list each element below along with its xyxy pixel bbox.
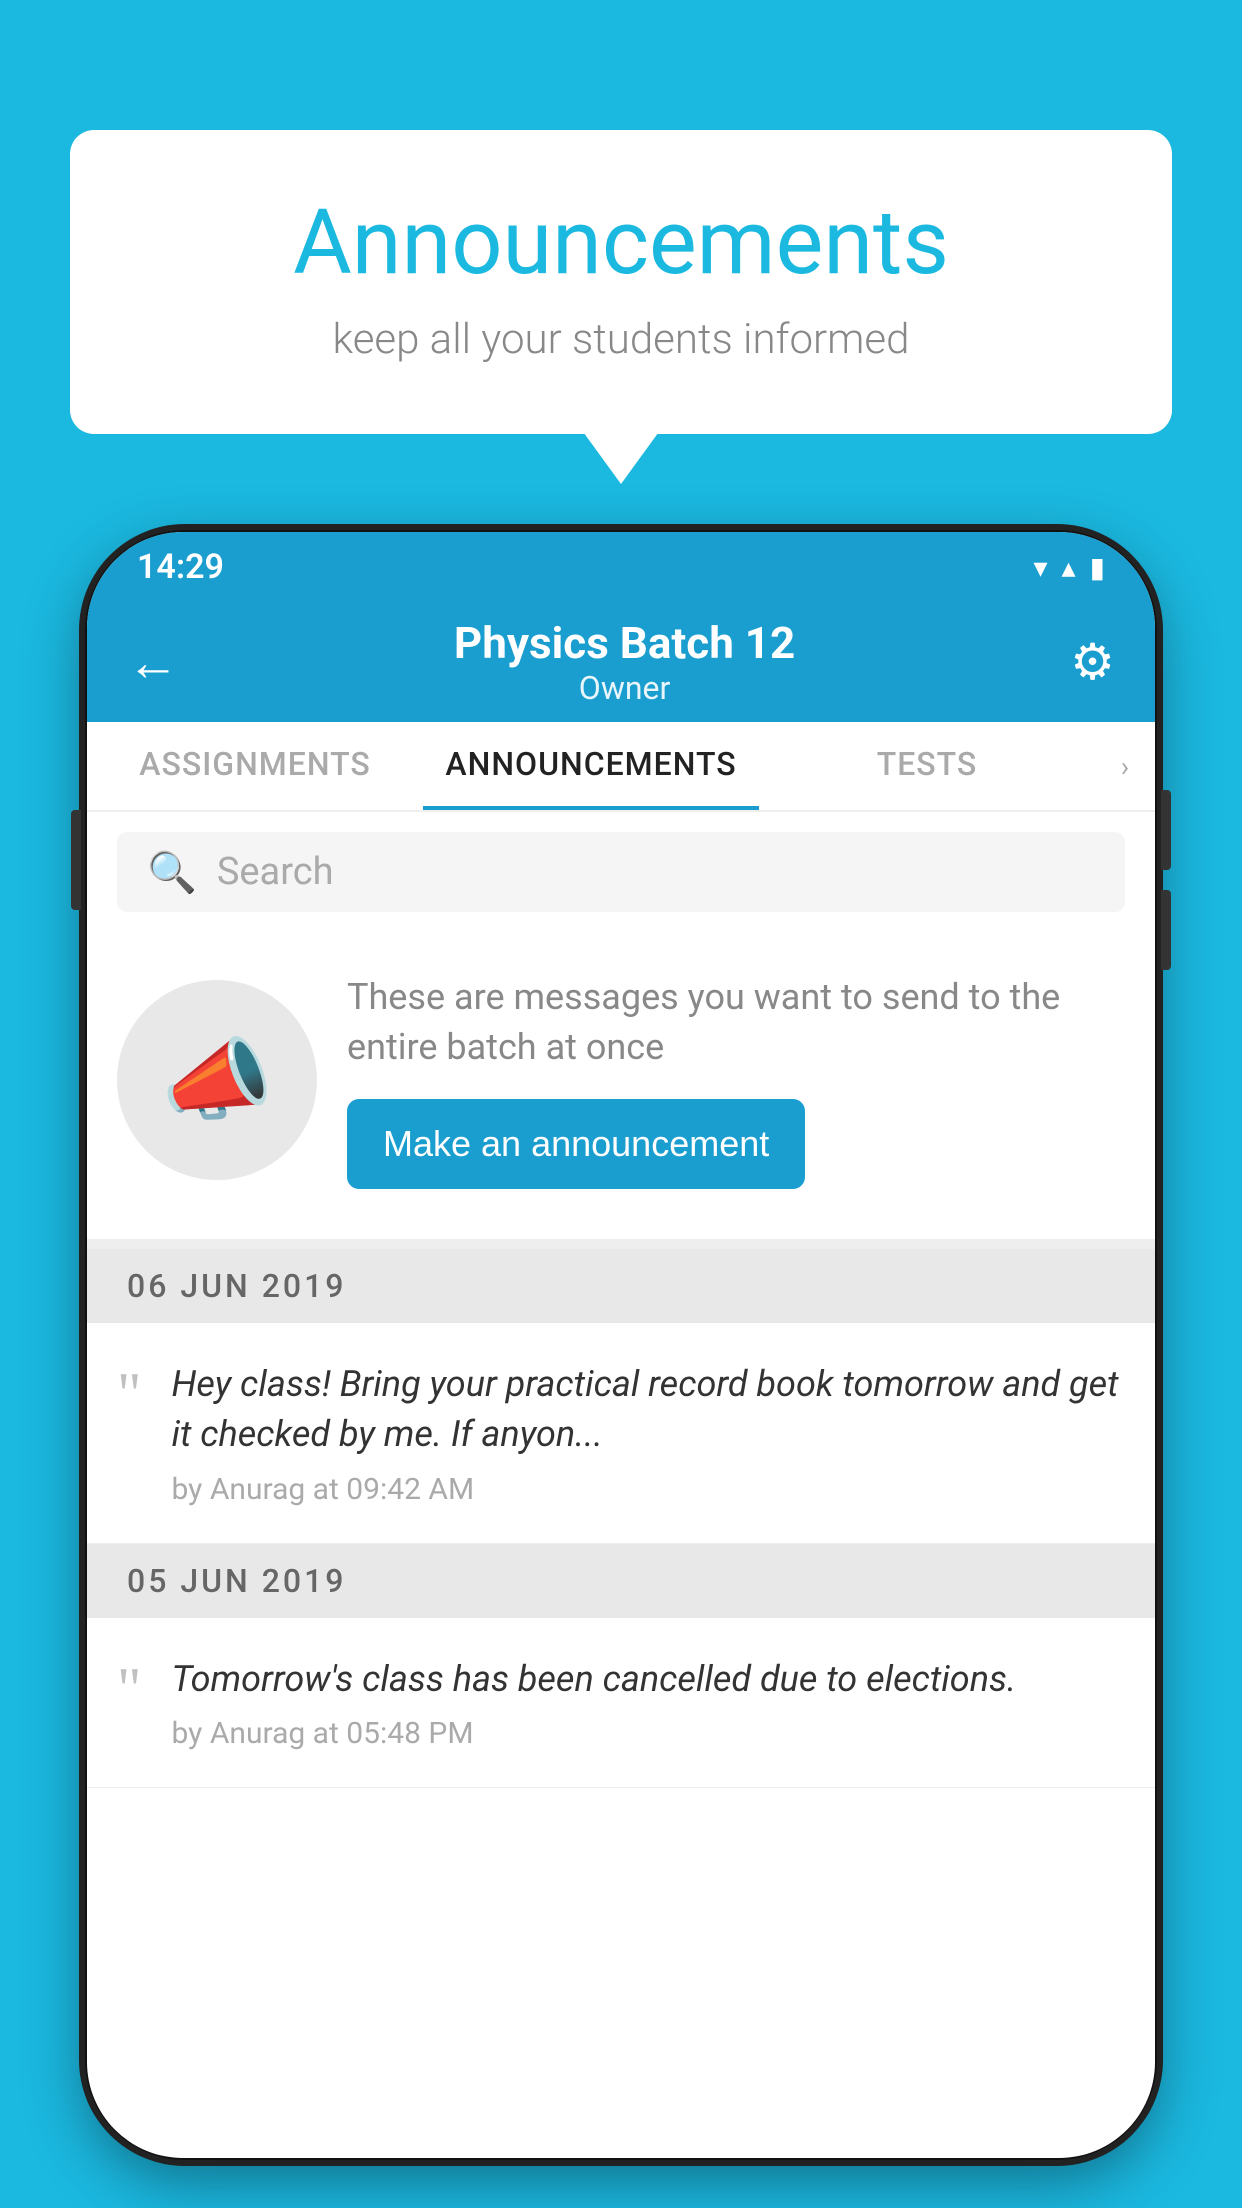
battery-icon: ▮	[1090, 551, 1105, 584]
status-icons: ▾ ▴ ▮	[1033, 551, 1105, 584]
speech-bubble-area: Announcements keep all your students inf…	[70, 130, 1172, 434]
volume-button-right	[1161, 890, 1171, 970]
tab-tests[interactable]: TESTS	[759, 722, 1095, 810]
tab-announcements[interactable]: ANNOUNCEMENTS	[423, 722, 759, 810]
signal-icon: ▴	[1062, 551, 1076, 584]
announcement-content-1: Hey class! Bring your practical record b…	[172, 1359, 1126, 1507]
search-bar[interactable]: 🔍 Search	[117, 832, 1125, 912]
power-button	[1161, 790, 1171, 870]
wifi-icon: ▾	[1033, 551, 1047, 584]
settings-icon[interactable]: ⚙	[1070, 633, 1115, 692]
bubble-title: Announcements	[150, 190, 1092, 295]
announcement-item-1[interactable]: " Hey class! Bring your practical record…	[87, 1323, 1155, 1544]
back-button[interactable]: ←	[127, 632, 179, 693]
header-center: Physics Batch 12 Owner	[454, 617, 795, 707]
date-separator-1: 06 JUN 2019	[87, 1249, 1155, 1323]
tabs-bar: ASSIGNMENTS ANNOUNCEMENTS TESTS ›	[87, 722, 1155, 812]
search-placeholder: Search	[217, 850, 334, 894]
date-separator-2: 05 JUN 2019	[87, 1544, 1155, 1618]
header-subtitle: Owner	[454, 669, 795, 707]
tab-more[interactable]: ›	[1095, 722, 1155, 810]
promo-text: These are messages you want to send to t…	[347, 972, 1125, 1073]
phone-screen: 14:29 ▾ ▴ ▮ ← Physics Batch 12 Owner ⚙	[87, 532, 1155, 2158]
announcement-text-1: Hey class! Bring your practical record b…	[172, 1359, 1126, 1460]
phone-wrapper: 14:29 ▾ ▴ ▮ ← Physics Batch 12 Owner ⚙	[85, 530, 1157, 2208]
promo-section: 📣 These are messages you want to send to…	[87, 932, 1155, 1249]
status-time: 14:29	[137, 547, 224, 587]
quote-icon-1: "	[117, 1364, 142, 1424]
announcement-author-1: by Anurag at 09:42 AM	[172, 1472, 1126, 1507]
tab-assignments[interactable]: ASSIGNMENTS	[87, 722, 423, 810]
search-icon: 🔍	[147, 849, 197, 896]
make-announcement-button[interactable]: Make an announcement	[347, 1099, 805, 1189]
app-header: ← Physics Batch 12 Owner ⚙	[87, 602, 1155, 722]
announcement-item-2[interactable]: " Tomorrow's class has been cancelled du…	[87, 1618, 1155, 1788]
status-bar: 14:29 ▾ ▴ ▮	[87, 532, 1155, 602]
bubble-subtitle: keep all your students informed	[150, 315, 1092, 364]
announcement-author-2: by Anurag at 05:48 PM	[172, 1716, 1126, 1751]
promo-icon-circle: 📣	[117, 980, 317, 1180]
announcement-text-2: Tomorrow's class has been cancelled due …	[172, 1654, 1126, 1704]
phone: 14:29 ▾ ▴ ▮ ← Physics Batch 12 Owner ⚙	[85, 530, 1157, 2160]
announcement-content-2: Tomorrow's class has been cancelled due …	[172, 1654, 1126, 1751]
volume-button-left	[71, 810, 81, 910]
megaphone-icon: 📣	[161, 1028, 273, 1133]
search-container: 🔍 Search	[87, 812, 1155, 932]
speech-bubble: Announcements keep all your students inf…	[70, 130, 1172, 434]
promo-content: These are messages you want to send to t…	[347, 972, 1125, 1189]
quote-icon-2: "	[117, 1659, 142, 1719]
header-title: Physics Batch 12	[454, 617, 795, 669]
